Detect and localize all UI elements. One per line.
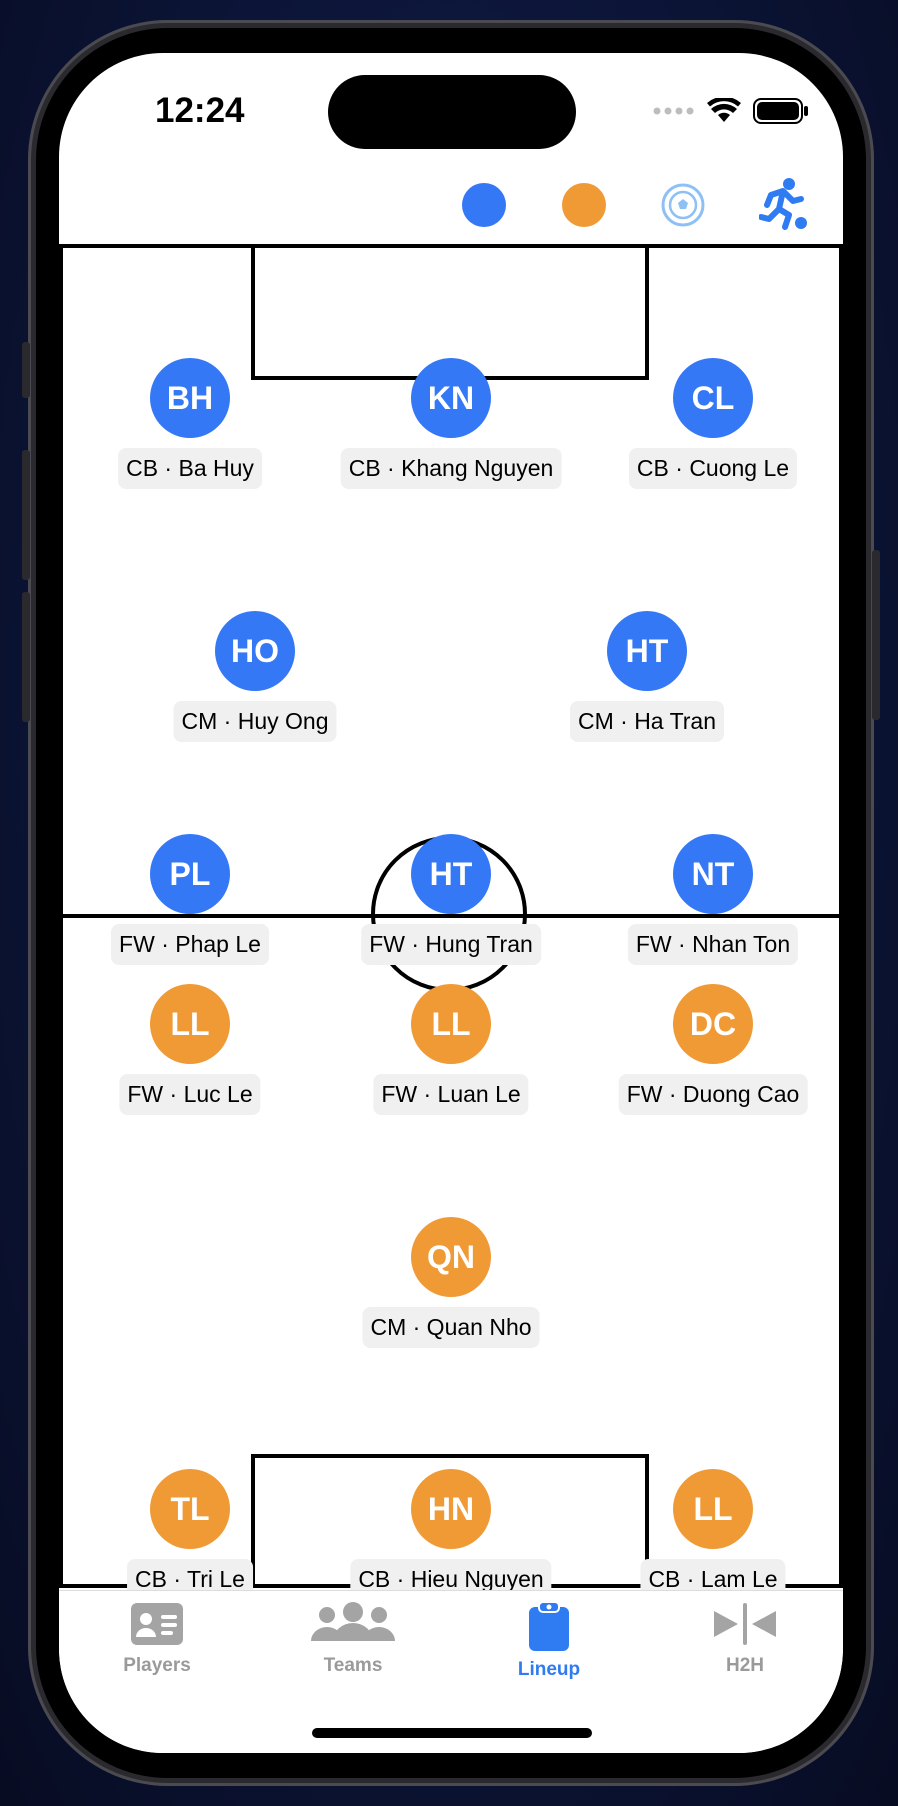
auto-lineup-button[interactable] xyxy=(758,177,809,231)
cellular-signal-icon xyxy=(653,107,694,115)
power-button xyxy=(872,550,880,720)
tab-h2h[interactable]: H2H xyxy=(647,1601,843,1677)
player-label: FW · Luc Le xyxy=(119,1074,261,1115)
tab-label: Teams xyxy=(323,1655,383,1676)
player-label: CB · Khang Nguyen xyxy=(340,448,562,489)
head-to-head-icon xyxy=(714,1603,776,1645)
clipboard-icon xyxy=(529,1601,569,1651)
player-avatar: LL xyxy=(150,984,230,1064)
team-a-color-button[interactable] xyxy=(462,183,506,227)
player-label: FW · Luan Le xyxy=(373,1074,529,1115)
volume-up-button xyxy=(22,450,30,580)
player-avatar: LL xyxy=(673,1469,753,1549)
player-avatar: KN xyxy=(411,358,491,438)
soccer-ball-button[interactable] xyxy=(660,182,706,228)
player-label: CB · Ba Huy xyxy=(118,448,262,489)
pitch: BH CB · Ba Huy KN CB · Khang Nguyen CL C… xyxy=(59,244,843,1600)
status-icons xyxy=(653,98,809,124)
player-label: CM · Huy Ong xyxy=(173,701,337,742)
player-avatar: QN xyxy=(411,1217,491,1297)
player-avatar: HT xyxy=(607,611,687,691)
player-label: CM · Quan Nho xyxy=(362,1307,540,1348)
people-group-icon xyxy=(311,1602,395,1641)
player-avatar: DC xyxy=(673,984,753,1064)
player-avatar: LL xyxy=(411,984,491,1064)
tab-lineup[interactable]: Lineup xyxy=(451,1601,647,1681)
player-avatar: NT xyxy=(673,834,753,914)
wifi-icon xyxy=(707,98,741,122)
volume-down-button xyxy=(22,592,30,722)
person-card-icon xyxy=(131,1603,183,1645)
player-label: FW · Hung Tran xyxy=(361,924,541,965)
player-avatar: HO xyxy=(215,611,295,691)
running-player-icon xyxy=(758,178,807,230)
player-avatar: BH xyxy=(150,358,230,438)
screen: 12:24 BH CB · Ba Huy KN CB · Khang Nguye… xyxy=(59,53,843,1753)
home-indicator[interactable] xyxy=(312,1728,592,1738)
player-avatar: HN xyxy=(411,1469,491,1549)
tab-label: H2H xyxy=(725,1655,764,1676)
battery-icon xyxy=(753,98,808,124)
tab-teams[interactable]: Teams xyxy=(255,1601,451,1677)
status-time: 12:24 xyxy=(155,91,245,130)
player-label: FW · Phap Le xyxy=(111,924,269,965)
player-label: FW · Duong Cao xyxy=(618,1074,808,1115)
tab-label: Players xyxy=(123,1655,191,1676)
player-avatar: PL xyxy=(150,834,230,914)
mute-switch xyxy=(22,342,30,398)
player-avatar: TL xyxy=(150,1469,230,1549)
tab-label: Lineup xyxy=(517,1659,581,1680)
team-b-color-button[interactable] xyxy=(562,183,606,227)
player-avatar: CL xyxy=(673,358,753,438)
player-label: CB · Cuong Le xyxy=(628,448,798,489)
player-label: CM · Ha Tran xyxy=(569,701,725,742)
player-label: FW · Nhan Ton xyxy=(627,924,799,965)
tab-players[interactable]: Players xyxy=(59,1601,255,1677)
dynamic-island xyxy=(328,75,576,149)
player-avatar: HT xyxy=(411,834,491,914)
soccer-ball-icon xyxy=(661,183,705,227)
